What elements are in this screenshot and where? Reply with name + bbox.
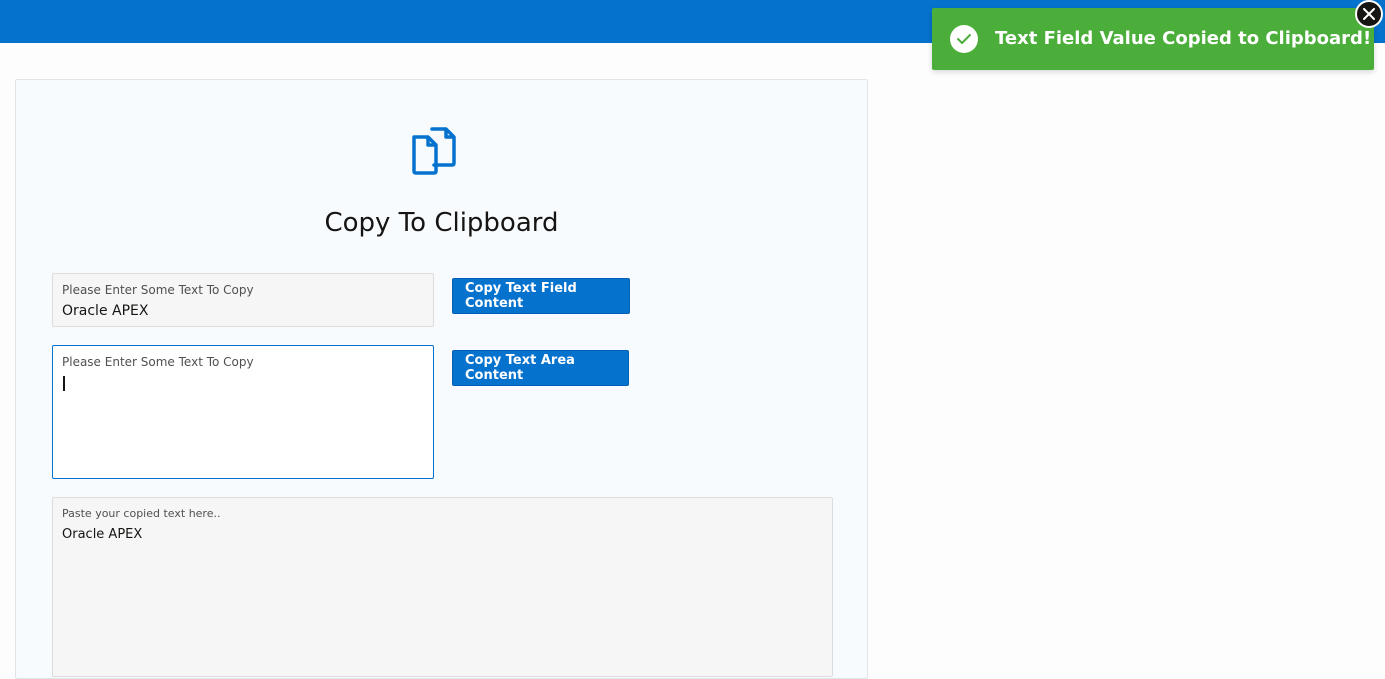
copy-text-area-button[interactable]: Copy Text Area Content <box>452 350 629 386</box>
text-area[interactable]: Please Enter Some Text To Copy <box>52 345 434 479</box>
close-icon[interactable] <box>1355 0 1383 28</box>
text-field-label: Please Enter Some Text To Copy <box>62 283 254 297</box>
text-field-value[interactable]: Oracle APEX <box>62 303 148 319</box>
paste-area-label: Paste your copied text here.. <box>62 507 221 520</box>
text-cursor <box>63 376 65 391</box>
toast-message: Text Field Value Copied to Clipboard! <box>995 28 1372 49</box>
text-field[interactable]: Please Enter Some Text To Copy Oracle AP… <box>52 273 434 327</box>
text-area-label: Please Enter Some Text To Copy <box>62 355 254 369</box>
paste-area[interactable]: Paste your copied text here.. Oracle APE… <box>52 497 833 677</box>
page-title: Copy To Clipboard <box>324 208 559 238</box>
copy-icon <box>410 119 476 185</box>
success-toast: Text Field Value Copied to Clipboard! <box>932 8 1374 70</box>
copy-text-field-button[interactable]: Copy Text Field Content <box>452 278 630 314</box>
paste-area-value[interactable]: Oracle APEX <box>62 527 142 542</box>
check-icon <box>950 25 978 53</box>
